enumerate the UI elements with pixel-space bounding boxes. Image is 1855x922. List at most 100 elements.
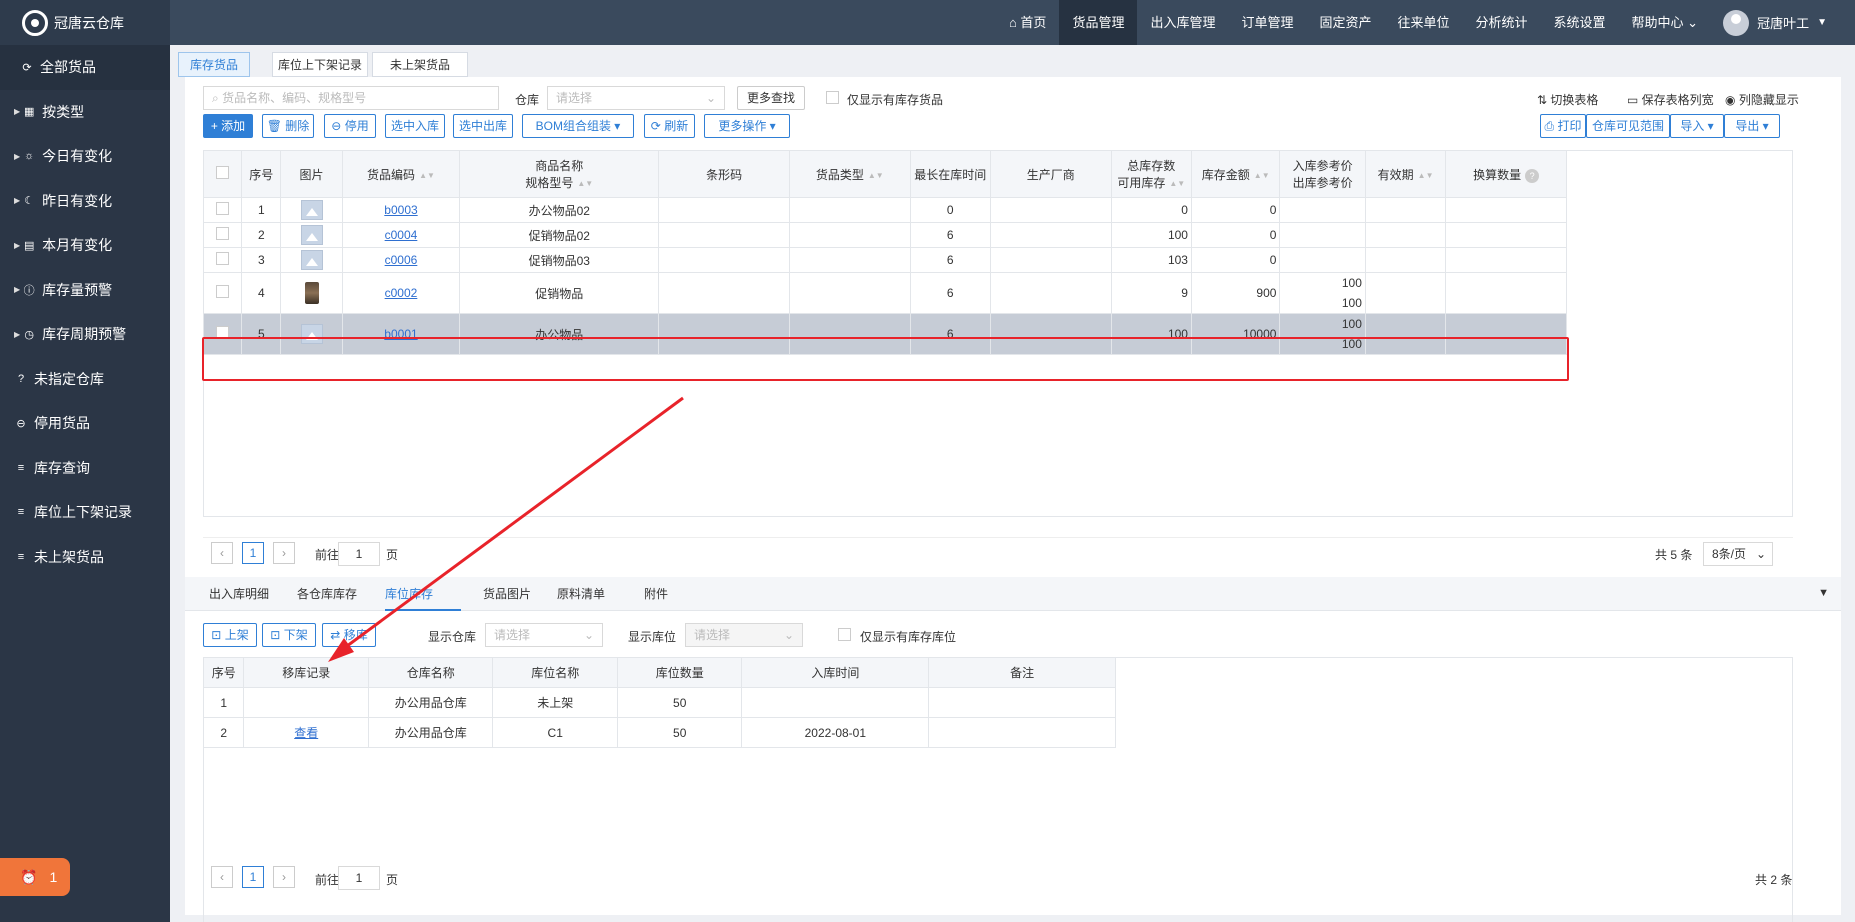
- row-checkbox[interactable]: [216, 227, 230, 240]
- collapse-icon[interactable]: ▼: [1818, 587, 1829, 599]
- prev-page-button[interactable]: ‹: [211, 866, 233, 888]
- header-type[interactable]: 货品类型 ▲▼: [788, 150, 911, 198]
- nav-settings[interactable]: 系统设置: [1541, 0, 1619, 45]
- goods-code-link[interactable]: c0004: [385, 228, 418, 242]
- print-button[interactable]: ⎙ 打印: [1540, 114, 1586, 138]
- next-page-button[interactable]: ›: [273, 542, 295, 564]
- nav-goods[interactable]: 货品管理: [1059, 0, 1138, 45]
- switch-table-button[interactable]: ⇅ 切换表格: [1537, 91, 1598, 108]
- select-all-checkbox[interactable]: [216, 166, 230, 179]
- nav-partners[interactable]: 往来单位: [1385, 0, 1463, 45]
- nav-inout[interactable]: 出入库管理: [1137, 0, 1228, 45]
- header-select[interactable]: [202, 150, 243, 198]
- nav-help[interactable]: 帮助中心 ⌄: [1619, 0, 1712, 45]
- unshelve-button[interactable]: ⊡ 下架: [262, 623, 316, 647]
- sidebar-item-disabled[interactable]: ⊖ 停用货品: [0, 401, 170, 446]
- delete-button[interactable]: 🗑 删除: [262, 114, 314, 138]
- show-location-select[interactable]: 请选择 ⌄: [685, 623, 803, 647]
- header-code[interactable]: 货品编码 ▲▼: [341, 150, 461, 198]
- page-1-button[interactable]: 1: [242, 542, 264, 564]
- user-menu[interactable]: 冠唐叶工 ▼: [1711, 0, 1855, 45]
- tab-goods-images[interactable]: 货品图片: [483, 577, 531, 611]
- tab-stock-goods[interactable]: 库存货品: [178, 52, 250, 77]
- visible-range-button[interactable]: 仓库可见范围: [1586, 114, 1670, 138]
- goto-page-input[interactable]: 1: [338, 542, 380, 566]
- only-loc-checkbox[interactable]: [838, 628, 851, 641]
- sidebar-item-unassigned[interactable]: ? 未指定仓库: [0, 357, 170, 402]
- tab-loc-stock[interactable]: 库位库存: [385, 577, 461, 611]
- sidebar-item-stock-query[interactable]: ≡ 库存查询: [0, 446, 170, 491]
- table-row[interactable]: 1 b0003 办公物品02 0 0 0: [202, 197, 1567, 223]
- row-checkbox[interactable]: [216, 252, 230, 265]
- tab-attachments[interactable]: 附件: [644, 577, 668, 611]
- sidebar-item-stock-alert[interactable]: ▶ ⓘ 库存量预警: [0, 268, 170, 313]
- sort-icon[interactable]: ▲▼: [1169, 179, 1185, 188]
- nav-orders[interactable]: 订单管理: [1228, 0, 1306, 45]
- goods-code-link[interactable]: c0002: [385, 286, 418, 300]
- sidebar-item-all[interactable]: ⟳ 全部货品: [0, 45, 170, 90]
- goods-code-link[interactable]: b0003: [384, 203, 417, 217]
- product-photo[interactable]: [304, 282, 319, 304]
- warehouse-select[interactable]: 请选择 ⌄: [547, 86, 725, 110]
- header-expiry[interactable]: 有效期 ▲▼: [1364, 150, 1447, 198]
- row-checkbox[interactable]: [216, 285, 230, 298]
- tab-bom[interactable]: 原料清单: [557, 577, 605, 611]
- tab-wh-stock[interactable]: 各仓库库存: [297, 577, 357, 611]
- sort-icon[interactable]: ▲▼: [577, 179, 593, 188]
- nav-analysis[interactable]: 分析统计: [1463, 0, 1541, 45]
- tab-inout-detail[interactable]: 出入库明细: [209, 577, 269, 611]
- show-warehouse-select[interactable]: 请选择 ⌄: [485, 623, 603, 647]
- search-input[interactable]: ⌕ 货品名称、编码、规格型号: [203, 86, 499, 110]
- refresh-button[interactable]: ⟳ 刷新: [644, 114, 695, 138]
- save-widths-button[interactable]: ▭ 保存表格列宽: [1627, 91, 1714, 108]
- sidebar-item-cycle-alert[interactable]: ▶ ◷ 库存周期预警: [0, 312, 170, 357]
- import-button[interactable]: 导入 ▾: [1670, 114, 1724, 138]
- sidebar-item-yesterday[interactable]: ▶ ☾ 昨日有变化: [0, 179, 170, 224]
- export-button[interactable]: 导出 ▾: [1724, 114, 1780, 138]
- table-row[interactable]: 4 c0002 促销物品 6 9 900 100 100: [202, 272, 1567, 314]
- more-search-button[interactable]: 更多查找: [737, 86, 805, 110]
- only-stock-checkbox[interactable]: [826, 91, 839, 104]
- sidebar-item-type[interactable]: ▶ ▦ 按类型: [0, 90, 170, 135]
- tab-shelf-records[interactable]: 库位上下架记录: [272, 52, 368, 77]
- page-size-select[interactable]: 8条/页 ⌄: [1703, 542, 1773, 566]
- goto-page-input[interactable]: 1: [338, 866, 380, 890]
- nav-home[interactable]: ⌂ 首页: [996, 0, 1059, 45]
- header-name[interactable]: 商品名称 规格型号 ▲▼: [459, 150, 660, 198]
- table-row[interactable]: 2 c0004 促销物品02 6 100 0: [202, 222, 1567, 248]
- row-checkbox[interactable]: [216, 202, 230, 215]
- goods-code-link[interactable]: c0006: [385, 253, 418, 267]
- header-amount[interactable]: 库存金额 ▲▼: [1190, 150, 1281, 198]
- prev-page-button[interactable]: ‹: [211, 542, 233, 564]
- disable-button[interactable]: ⊖ 停用: [324, 114, 376, 138]
- shelve-button[interactable]: ⊡ 上架: [203, 623, 257, 647]
- add-button[interactable]: + 添加: [203, 114, 253, 138]
- notification-badge[interactable]: ⏰ 1: [0, 858, 70, 896]
- warehouse-label: 仓库: [515, 93, 540, 107]
- page-1-button[interactable]: 1: [242, 866, 264, 888]
- header-stock[interactable]: 总库存数 可用库存 ▲▼: [1110, 150, 1192, 198]
- image-placeholder-icon[interactable]: [300, 225, 323, 245]
- next-page-button[interactable]: ›: [273, 866, 295, 888]
- nav-assets[interactable]: 固定资产: [1306, 0, 1384, 45]
- app-logo[interactable]: 冠唐云仓库: [0, 0, 170, 45]
- bom-button[interactable]: BOM组合组装 ▾: [522, 114, 634, 138]
- table-row[interactable]: 3 c0006 促销物品03 6 103 0: [202, 247, 1567, 273]
- tab-unshelved[interactable]: 未上架货品: [372, 52, 468, 77]
- sidebar-item-shelf-records[interactable]: ≡ 库位上下架记录: [0, 490, 170, 535]
- sort-icon[interactable]: ▲▼: [1418, 171, 1434, 180]
- move-button[interactable]: ⇄ 移库: [322, 623, 376, 647]
- sort-icon[interactable]: ▲▼: [868, 171, 884, 180]
- sidebar-item-month[interactable]: ▶ ▤ 本月有变化: [0, 223, 170, 268]
- more-actions-button[interactable]: 更多操作 ▾: [704, 114, 790, 138]
- sidebar-item-today[interactable]: ▶ ☼ 今日有变化: [0, 134, 170, 179]
- hide-cols-button[interactable]: ◉ 列隐藏显示: [1725, 91, 1799, 108]
- sort-icon[interactable]: ▲▼: [419, 171, 435, 180]
- view-record-link[interactable]: 查看: [294, 726, 318, 740]
- image-placeholder-icon[interactable]: [300, 200, 323, 220]
- sidebar-item-unshelved[interactable]: ≡ 未上架货品: [0, 535, 170, 580]
- image-placeholder-icon[interactable]: [300, 250, 323, 270]
- stock-out-button[interactable]: 选中出库: [453, 114, 513, 138]
- sort-icon[interactable]: ▲▼: [1254, 171, 1270, 180]
- stock-in-button[interactable]: 选中入库: [385, 114, 445, 138]
